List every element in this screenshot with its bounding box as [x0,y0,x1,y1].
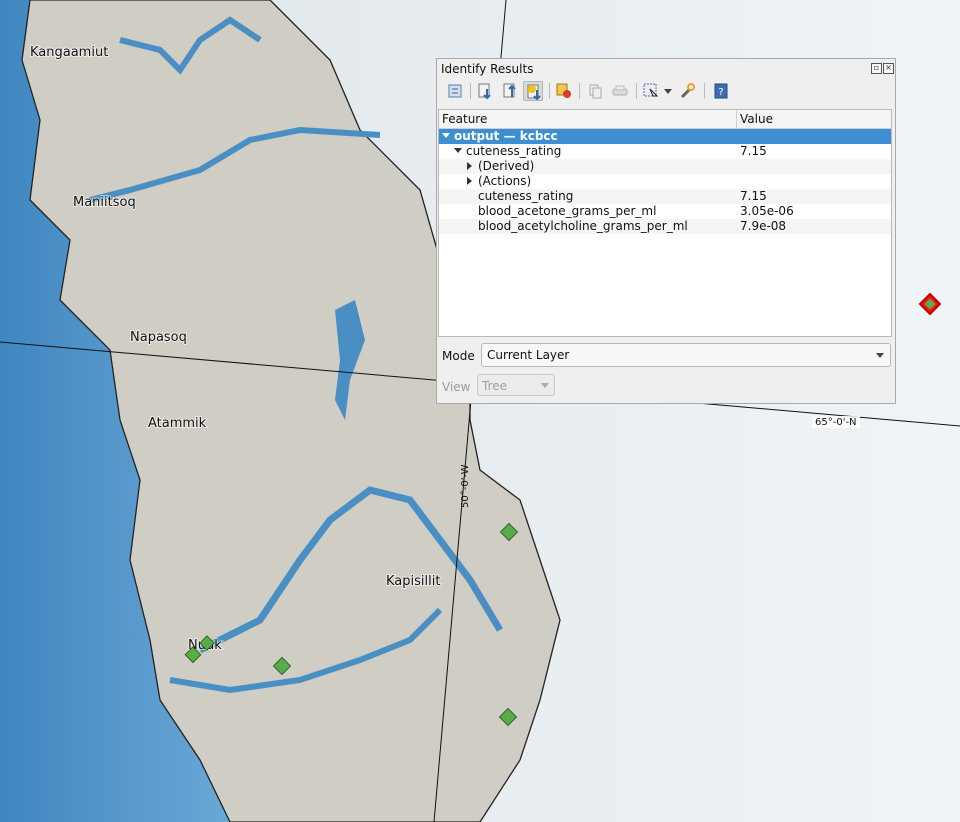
tree-row-derived[interactable]: (Derived) [439,159,891,174]
chevron-down-icon[interactable] [664,89,672,94]
feature-cell: cuteness_rating [478,189,574,203]
feature-cell: blood_acetylcholine_grams_per_ml [478,219,688,233]
expand-arrow-icon[interactable] [467,162,472,170]
panel-titlebar[interactable]: Identify Results ▫ × [437,59,895,79]
expand-new-results-icon[interactable] [523,81,543,101]
chevron-down-icon [876,353,884,358]
place-label: Maniitsoq [73,195,136,210]
collapse-arrow-icon[interactable] [442,133,450,138]
view-dropdown: Tree [477,374,555,396]
graticule-label-lat: 65°-0'-N [815,417,857,428]
toolbar-separator [704,83,705,99]
tree-row-layer[interactable]: output — kcbcc [439,129,891,144]
help-icon[interactable]: ? [711,81,731,101]
close-icon[interactable]: × [883,63,894,74]
results-tree[interactable]: Feature Value output — kcbcc cuteness_ra… [438,109,892,337]
column-separator[interactable] [736,110,737,128]
copy-feature-icon[interactable] [585,81,605,101]
toolbar-separator [549,83,550,99]
chevron-down-icon [541,383,549,388]
panel-toolbar: ? [441,81,891,105]
mode-label: Mode [442,349,475,363]
feature-cell: output — kcbcc [454,129,558,143]
feature-cell: (Derived) [478,159,535,173]
feature-cell: cuteness_rating [466,144,562,158]
value-cell: 7.15 [740,144,767,158]
feature-cell: blood_acetone_grams_per_ml [478,204,657,218]
tree-row-attribute[interactable]: blood_acetylcholine_grams_per_ml 7.9e-08 [439,219,891,234]
value-cell: 3.05e-06 [740,204,794,218]
column-header-value[interactable]: Value [740,112,773,126]
feature-cell: (Actions) [478,174,532,188]
identify-features-icon[interactable] [641,81,661,101]
toolbar-separator [470,83,471,99]
panel-title: Identify Results [441,62,534,76]
value-cell: 7.15 [740,189,767,203]
tree-row-feature[interactable]: cuteness_rating 7.15 [439,144,891,159]
expand-all-icon[interactable] [475,81,495,101]
place-label: Kangaamiut [30,45,108,60]
tree-row-attribute[interactable]: blood_acetone_grams_per_ml 3.05e-06 [439,204,891,219]
collapse-all-icon[interactable] [500,81,520,101]
float-icon[interactable]: ▫ [871,63,882,74]
collapse-arrow-icon[interactable] [454,148,462,153]
place-label: Atammik [148,416,207,431]
toolbar-separator [636,83,637,99]
clear-results-icon[interactable] [554,81,574,101]
tree-row-attribute[interactable]: cuteness_rating 7.15 [439,189,891,204]
identify-results-panel: Identify Results ▫ × ? Feature Value out… [436,58,896,404]
graticule-label-lon: 50°-0'-W [460,464,471,508]
value-cell: 7.9e-08 [740,219,787,233]
toolbar-separator [579,83,580,99]
settings-wrench-icon[interactable] [678,81,698,101]
print-icon[interactable] [610,81,630,101]
mode-selected-value: Current Layer [487,348,570,362]
mode-dropdown[interactable]: Current Layer [481,343,891,367]
view-selected-value: Tree [482,379,508,393]
tree-header: Feature Value [439,110,891,129]
tree-row-actions[interactable]: (Actions) [439,174,891,189]
place-label: Napasoq [130,330,187,345]
view-label: View [442,380,471,394]
expand-tree-icon[interactable] [445,81,465,101]
place-label: Kapisillit [386,574,440,589]
column-header-feature[interactable]: Feature [442,112,487,126]
svg-text:?: ? [718,87,723,98]
expand-arrow-icon[interactable] [467,177,472,185]
